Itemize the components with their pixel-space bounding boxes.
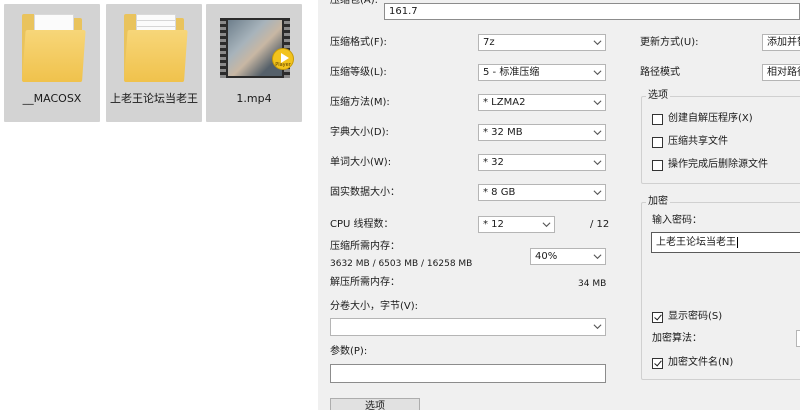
- encrypt-names-checkbox[interactable]: [652, 358, 663, 369]
- cpu-max: / 12: [590, 219, 610, 230]
- compression-dialog: 压缩包(A): 161.7 压缩格式(F): 7z 压缩等级(L): 5 - 标…: [318, 0, 800, 410]
- algorithm-select[interactable]: [796, 330, 800, 347]
- path-mode-label: 路径模式: [640, 67, 680, 78]
- chevron-down-icon: [593, 254, 602, 260]
- chevron-down-icon: [593, 130, 602, 136]
- password-label: 输入密码：: [652, 215, 702, 226]
- archive-path-input[interactable]: 161.7: [384, 3, 800, 20]
- file-name: 上老王论坛当老王: [110, 92, 198, 105]
- split-size-select[interactable]: [330, 318, 606, 336]
- chevron-down-icon: [542, 222, 551, 228]
- dict-select[interactable]: * 32 MB: [478, 124, 606, 141]
- options-button[interactable]: 选项: [330, 398, 420, 410]
- file-item-folder[interactable]: 上老王论坛当老王: [106, 4, 202, 122]
- options-group-title: 选项: [646, 90, 670, 102]
- memory-percent-select[interactable]: 40%: [530, 248, 606, 265]
- chevron-down-icon: [593, 70, 602, 76]
- mem-decompress-value: 34 MB: [578, 279, 607, 289]
- word-select[interactable]: * 32: [478, 154, 606, 171]
- encryption-group-title: 加密: [646, 196, 670, 208]
- file-name: 1.mp4: [236, 92, 272, 105]
- method-label: 压缩方法(M):: [330, 97, 390, 108]
- params-input[interactable]: [330, 364, 606, 383]
- solid-label: 固实数据大小：: [330, 187, 400, 198]
- archive-label: 压缩包(A):: [330, 0, 379, 6]
- solid-select[interactable]: * 8 GB: [478, 184, 606, 201]
- method-select[interactable]: * LZMA2: [478, 94, 606, 111]
- file-item-video[interactable]: Player 1.mp4: [206, 4, 302, 122]
- encryption-group: [641, 202, 800, 380]
- algorithm-label: 加密算法：: [652, 333, 702, 344]
- shared-files-label: 压缩共享文件: [668, 136, 728, 147]
- delete-after-checkbox[interactable]: [652, 160, 663, 171]
- chevron-down-icon: [593, 40, 602, 46]
- file-item-macosx[interactable]: __MACOSX: [4, 4, 100, 122]
- password-input[interactable]: 上老王论坛当老王: [651, 232, 800, 253]
- params-label: 参数(P):: [330, 346, 368, 357]
- mem-compress-label: 压缩所需内存：: [330, 241, 400, 252]
- encrypt-names-label: 加密文件名(N): [668, 357, 734, 368]
- cpu-label: CPU 线程数：: [330, 219, 394, 230]
- chevron-down-icon: [593, 190, 602, 196]
- format-select[interactable]: 7z: [478, 34, 606, 51]
- folder-icon: [18, 10, 86, 90]
- mem-decompress-label: 解压所需内存：: [330, 277, 400, 288]
- mem-compress-detail: 3632 MB / 6503 MB / 16258 MB: [330, 259, 473, 269]
- cpu-threads-select[interactable]: * 12: [478, 216, 555, 233]
- level-select[interactable]: 5 - 标准压缩: [478, 64, 606, 81]
- shared-files-checkbox[interactable]: [652, 137, 663, 148]
- chevron-down-icon: [593, 160, 602, 166]
- level-label: 压缩等级(L):: [330, 67, 387, 78]
- dict-label: 字典大小(D):: [330, 127, 389, 138]
- player-badge-icon: Player: [272, 48, 294, 70]
- sfx-checkbox[interactable]: [652, 114, 663, 125]
- word-label: 单词大小(W):: [330, 157, 392, 168]
- format-label: 压缩格式(F):: [330, 37, 387, 48]
- delete-after-label: 操作完成后删除源文件: [668, 159, 768, 170]
- video-icon: Player: [220, 10, 294, 90]
- split-label: 分卷大小，字节(V):: [330, 301, 419, 312]
- file-explorer: __MACOSX 上老王论坛当老王 Player 1.mp4: [0, 0, 318, 410]
- chevron-down-icon: [593, 324, 602, 330]
- show-password-label: 显示密码(S): [668, 311, 723, 322]
- update-label: 更新方式(U):: [640, 37, 699, 48]
- path-mode-select[interactable]: 相对路径: [762, 64, 800, 81]
- folder-icon: [120, 10, 188, 90]
- update-mode-select[interactable]: 添加并替: [762, 34, 800, 51]
- chevron-down-icon: [593, 100, 602, 106]
- sfx-label: 创建自解压程序(X): [668, 113, 753, 124]
- file-name: __MACOSX: [22, 92, 82, 105]
- show-password-checkbox[interactable]: [652, 312, 663, 323]
